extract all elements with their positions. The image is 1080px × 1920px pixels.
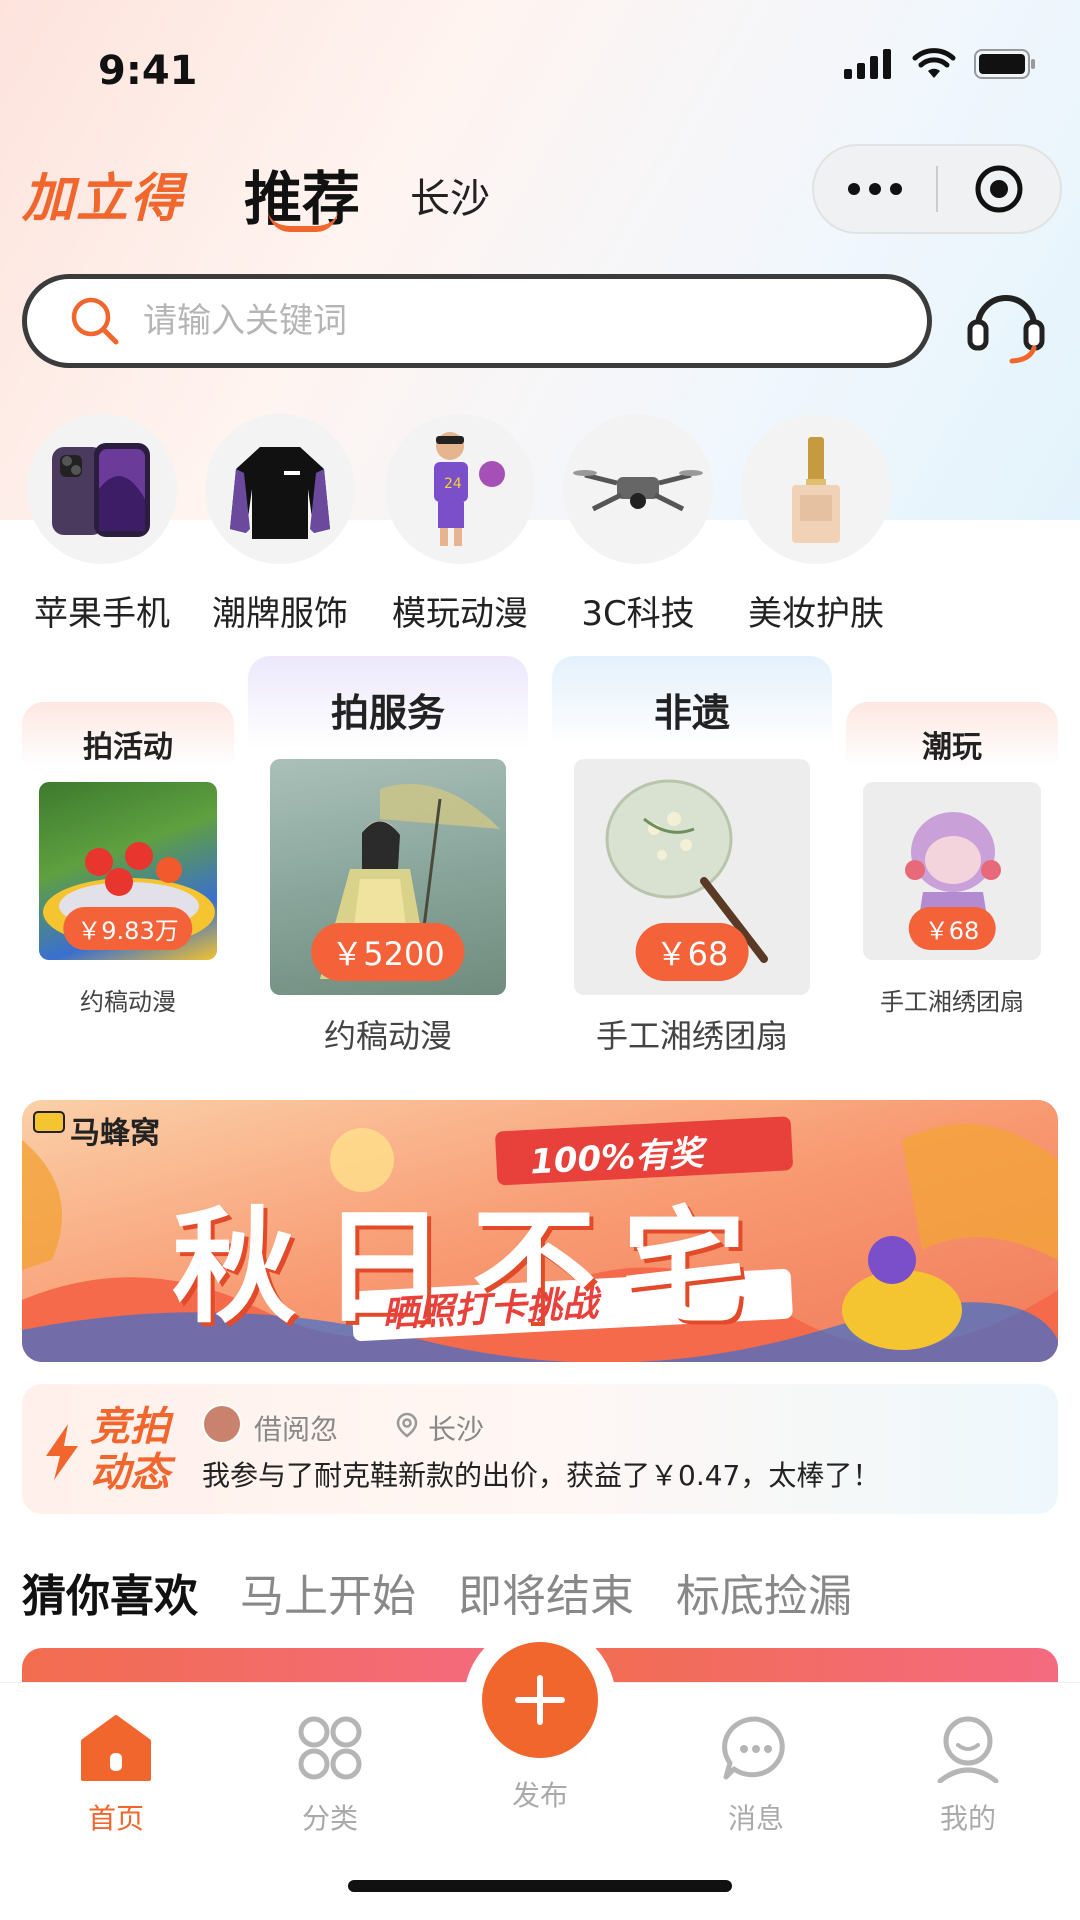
- category-item[interactable]: 24 模玩动漫: [370, 414, 550, 635]
- feed-location: 长沙: [428, 1413, 485, 1446]
- tab-bargain[interactable]: 标底捡漏: [676, 1560, 852, 1624]
- category-label: 美妆护肤: [748, 594, 884, 634]
- feature-title: 非遗: [653, 691, 730, 735]
- tab-label: 分类: [301, 1802, 358, 1835]
- drone-icon: [573, 470, 703, 512]
- feature-subtitle: 手工湘绣团扇: [595, 1017, 788, 1055]
- feature-card-heritage[interactable]: 非遗 ￥68 手工湘绣团扇: [552, 656, 832, 1076]
- category-label: 苹果手机: [34, 594, 170, 634]
- category-label: 3C科技: [581, 594, 695, 634]
- category-row: 苹果手机 潮牌服饰 24 模玩动漫 3C科技 美妆护肤: [0, 414, 1080, 634]
- tab-mine[interactable]: 我的: [898, 1713, 1038, 1837]
- feed-username: 借阅忽: [254, 1413, 339, 1446]
- close-button[interactable]: [938, 164, 1060, 214]
- price-badge: ￥5200: [311, 923, 465, 981]
- feed-label: 竞拍 动态: [90, 1404, 170, 1496]
- tab-guess-you-like[interactable]: 猜你喜欢: [22, 1560, 198, 1624]
- wifi-icon: [912, 48, 956, 78]
- category-item[interactable]: 潮牌服饰: [190, 414, 370, 635]
- search-bar[interactable]: [22, 274, 932, 368]
- lightning-icon: [46, 1424, 78, 1480]
- cosmetic-bottle-icon: [792, 437, 840, 543]
- price-badge: ￥68: [908, 907, 996, 950]
- tab-label: 我的: [939, 1802, 996, 1835]
- chat-bubble-icon: [722, 1716, 785, 1780]
- auction-feed[interactable]: 竞拍 动态 借阅忽 长沙 我参与了耐克鞋新款的出价，获益了￥0.47，太棒了！: [22, 1384, 1058, 1514]
- feed-message: 我参与了耐克鞋新款的出价，获益了￥0.47，太棒了！: [202, 1459, 881, 1492]
- status-bar: 9:41: [0, 0, 1080, 140]
- category-image: [563, 414, 713, 564]
- category-label: 模玩动漫: [392, 594, 528, 634]
- location-pin-icon: [396, 1412, 418, 1438]
- category-item[interactable]: 美妆护肤: [726, 414, 906, 635]
- feature-card-service[interactable]: 拍服务 ￥5200 约稿动漫: [248, 656, 528, 1076]
- feature-subtitle: 约稿动漫: [323, 1017, 452, 1055]
- category-item[interactable]: 3C科技: [548, 414, 728, 635]
- category-image: [205, 414, 355, 564]
- price-badge: ￥9.83万: [63, 907, 193, 950]
- headset-icon: [967, 295, 1045, 364]
- feature-image: ￥5200: [270, 759, 506, 995]
- category-image: [27, 414, 177, 564]
- price-badge: ￥68: [635, 923, 749, 981]
- sweater-icon: [230, 447, 330, 539]
- home-icon: [81, 1715, 151, 1781]
- category-label: 潮牌服饰: [212, 594, 348, 634]
- feature-image: ￥9.83万: [39, 782, 217, 960]
- search-input[interactable]: [143, 301, 843, 341]
- plus-icon: [515, 1675, 565, 1725]
- mini-program-capsule: [812, 144, 1062, 234]
- home-indicator: [348, 1880, 732, 1892]
- feature-card-activity[interactable]: 拍活动 ￥9.83万 约稿动漫: [22, 702, 234, 1062]
- tab-label: 消息: [727, 1802, 784, 1835]
- phone-icon: [52, 443, 150, 537]
- tab-ending-soon[interactable]: 即将结束: [458, 1560, 634, 1624]
- tab-messages[interactable]: 消息: [686, 1713, 826, 1837]
- status-icons: [844, 48, 1036, 80]
- tab-category[interactable]: 分类: [260, 1713, 400, 1837]
- feature-image: ￥68: [574, 759, 810, 995]
- tab-home[interactable]: 首页: [46, 1713, 186, 1837]
- avatar: [202, 1404, 242, 1444]
- battery-icon: [974, 49, 1035, 79]
- feature-card-toys[interactable]: 潮玩 ￥68 手工湘绣团扇: [846, 702, 1058, 1062]
- grid-icon: [298, 1716, 362, 1780]
- city-selector[interactable]: 长沙: [410, 166, 490, 224]
- feed-label-line2: 动态: [90, 1450, 170, 1496]
- feature-title: 拍服务: [330, 691, 445, 735]
- category-image: 24: [385, 414, 535, 564]
- figure-icon: 24: [434, 432, 505, 546]
- search-icon: [71, 297, 119, 345]
- category-item[interactable]: 苹果手机: [12, 414, 192, 635]
- promo-banner[interactable]: 马蜂窝 100%有奖 秋日不宅 晒照打卡挑战: [22, 1100, 1058, 1362]
- tab-starting-soon[interactable]: 马上开始: [240, 1560, 416, 1624]
- category-image: [741, 414, 891, 564]
- customer-service-button[interactable]: [964, 282, 1048, 370]
- feed-label-line1: 竞拍: [90, 1404, 170, 1450]
- svg-text:24: 24: [444, 476, 462, 492]
- feature-image: ￥68: [863, 782, 1041, 960]
- feature-title: 潮玩: [922, 730, 982, 765]
- feature-subtitle: 手工湘绣团扇: [880, 988, 1024, 1016]
- feature-subtitle: 约稿动漫: [80, 988, 176, 1016]
- brand-logo: 加立得: [22, 169, 185, 229]
- tab-label-publish: 发布: [511, 1779, 568, 1812]
- status-time: 9:41: [98, 48, 198, 94]
- signal-icon: [844, 49, 891, 79]
- tab-active-indicator: [268, 210, 338, 232]
- target-icon: [975, 165, 1023, 213]
- feature-title: 拍活动: [83, 730, 173, 765]
- publish-button[interactable]: [482, 1642, 598, 1758]
- guess-tabs: 猜你喜欢 马上开始 即将结束 标底捡漏: [22, 1560, 852, 1624]
- banner-brand: 马蜂窝: [70, 1116, 160, 1151]
- user-icon: [937, 1716, 999, 1784]
- more-menu-button[interactable]: [814, 183, 936, 195]
- tab-label: 首页: [87, 1802, 144, 1835]
